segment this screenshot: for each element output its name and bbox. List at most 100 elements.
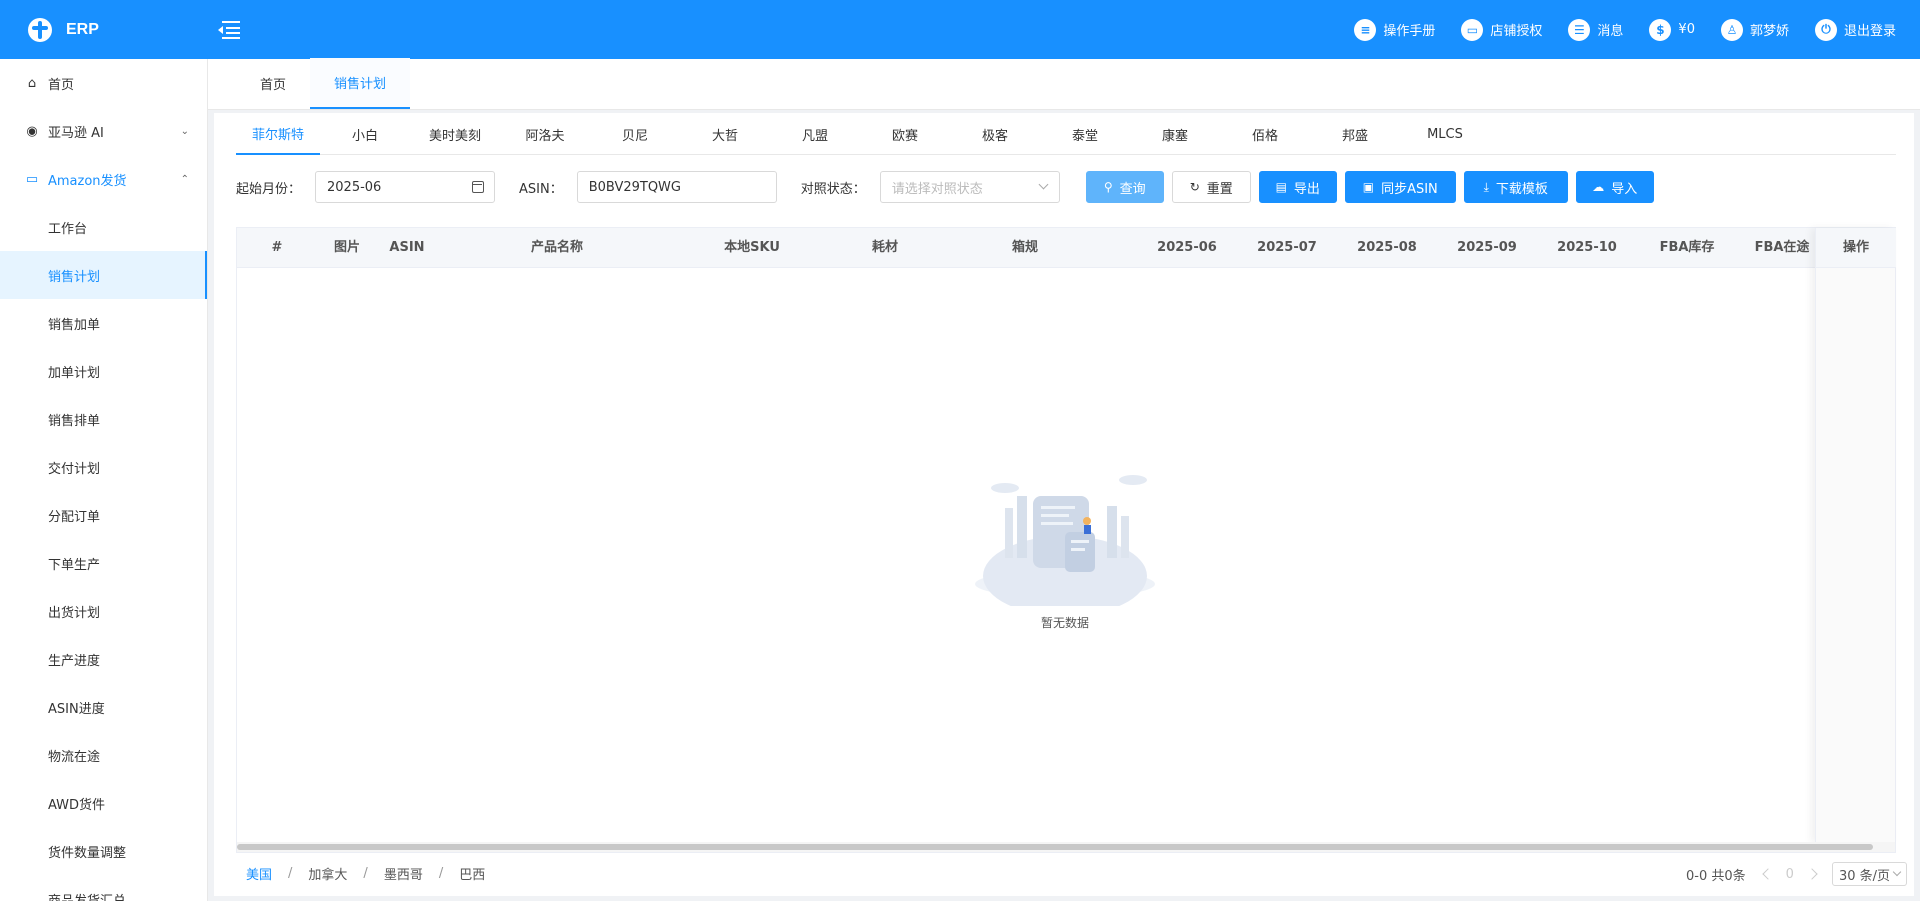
page-size-select[interactable]: 30 条/页: [1831, 862, 1907, 886]
sync-asin-button[interactable]: ▣ 同步ASIN: [1344, 171, 1456, 203]
top-header: ERP ≡ 操作手册 ▭ 店铺授权 ☰ 消息 $ ¥0 ♙ 郭梦娇 ⏻ 退出登录: [0, 0, 1920, 59]
column-header: ASIN: [389, 240, 425, 255]
manual-link[interactable]: ≡ 操作手册: [1354, 18, 1435, 41]
sidebar-subitem[interactable]: 下单生产: [0, 539, 207, 587]
column-header-actions: 操作: [1816, 228, 1896, 268]
store-tab[interactable]: 欧赛: [860, 113, 950, 155]
logo[interactable]: ERP: [0, 0, 206, 59]
column-header: 2025-06: [1157, 240, 1217, 255]
sidebar-subitem[interactable]: 商品发货汇总: [0, 875, 207, 901]
empty-text: 暂无数据: [1040, 616, 1089, 630]
column-header: 耗材: [871, 240, 898, 255]
messages-link[interactable]: ☰ 消息: [1568, 18, 1623, 41]
sidebar-subitem[interactable]: 加单计划: [0, 347, 207, 395]
store-tab[interactable]: 美时美刻: [410, 113, 500, 155]
sidebar-subitem[interactable]: 销售排单: [0, 395, 207, 443]
tab-sales-plan[interactable]: 销售计划: [310, 58, 411, 109]
start-month-picker[interactable]: 2025-06: [315, 171, 496, 203]
sidebar-item-home[interactable]: ⌂ 首页: [0, 59, 207, 107]
sidebar-subitem[interactable]: AWD货件: [0, 779, 207, 827]
chevron-down-icon: [1892, 867, 1902, 877]
compare-status-label: 对照状态：: [800, 181, 866, 197]
empty-illustration: [975, 475, 1155, 616]
sidebar-subitem[interactable]: 工作台: [0, 203, 207, 251]
tab-home[interactable]: 首页: [236, 58, 310, 109]
sync-label: 同步ASIN: [1381, 181, 1438, 197]
query-label: 查询: [1119, 181, 1146, 197]
compare-status-select[interactable]: 请选择对照状态: [879, 171, 1060, 203]
sidebar-subitem[interactable]: 分配订单: [0, 491, 207, 539]
country-mx[interactable]: 墨西哥: [384, 864, 423, 883]
import-button[interactable]: ☁ 导入: [1575, 171, 1654, 203]
chevron-up-icon: ⌃: [180, 173, 189, 185]
asin-value: B0BV29TQWG: [588, 179, 681, 195]
sidebar-subitem[interactable]: ASIN进度: [0, 683, 207, 731]
country-us[interactable]: 美国: [246, 864, 272, 883]
store-tab[interactable]: 大哲: [680, 113, 770, 155]
header-actions: ≡ 操作手册 ▭ 店铺授权 ☰ 消息 $ ¥0 ♙ 郭梦娇 ⏻ 退出登录: [1328, 18, 1920, 41]
sales-plan-table: # 图片 ASIN 产品名称 本地SKU 耗材 箱规 2025-06 2025-…: [236, 227, 1896, 853]
separator: /: [288, 866, 293, 881]
column-header: 箱规: [1011, 240, 1038, 255]
user-icon: ♙: [1720, 18, 1743, 41]
store-tab[interactable]: 贝尼: [590, 113, 680, 155]
store-tab[interactable]: 邦盛: [1310, 113, 1400, 155]
store-tab-active[interactable]: 菲尔斯特: [236, 113, 320, 155]
logo-icon: [28, 17, 52, 42]
store-tab[interactable]: 康塞: [1130, 113, 1220, 155]
column-header: 产品名称: [530, 240, 583, 255]
horizontal-scrollbar[interactable]: [237, 842, 1895, 852]
country-switcher: 美国 / 加拿大 / 墨西哥 / 巴西: [246, 864, 485, 883]
fixed-actions-column: 操作: [1815, 228, 1896, 843]
wallet-icon: $: [1649, 18, 1672, 41]
sidebar-item-amazon-ai[interactable]: ◉ 亚马逊 AI ⌄: [0, 107, 207, 155]
store-tab[interactable]: 小白: [320, 113, 410, 155]
user-menu[interactable]: ♙ 郭梦娇: [1720, 18, 1789, 41]
next-page-icon[interactable]: [1806, 868, 1818, 880]
sidebar-subitem[interactable]: 销售加单: [0, 299, 207, 347]
logo-text: ERP: [66, 20, 99, 38]
logout-icon: ⏻: [1814, 18, 1837, 41]
column-header: 2025-07: [1257, 240, 1317, 255]
asin-input[interactable]: B0BV29TQWG: [576, 171, 777, 203]
balance-label: ¥0: [1678, 22, 1695, 37]
sidebar-subitem[interactable]: 出货计划: [0, 587, 207, 635]
start-month-label: 起始月份：: [236, 181, 302, 197]
balance-link[interactable]: $ ¥0: [1649, 18, 1695, 41]
prev-page-icon[interactable]: [1761, 868, 1774, 880]
search-icon: ⚲: [1103, 180, 1113, 194]
ai-icon: ◉: [26, 123, 38, 139]
menu-collapse-icon[interactable]: [218, 20, 240, 39]
table-header: # 图片 ASIN 产品名称 本地SKU 耗材 箱规 2025-06 2025-…: [237, 228, 1895, 268]
query-button[interactable]: ⚲ 查询: [1085, 171, 1164, 203]
store-tab[interactable]: 凡盟: [770, 113, 860, 155]
download-template-button[interactable]: ⤓ 下载模板: [1463, 171, 1568, 203]
logout-button[interactable]: ⏻ 退出登录: [1814, 18, 1896, 41]
sidebar-item-amazon-shipping[interactable]: ▭ Amazon发货 ⌃: [0, 155, 207, 203]
export-label: 导出: [1293, 181, 1320, 197]
country-br[interactable]: 巴西: [459, 864, 485, 883]
sidebar-subitem[interactable]: 货件数量调整: [0, 827, 207, 875]
column-header: FBA在途: [1754, 240, 1810, 255]
scrollbar-thumb[interactable]: [237, 844, 1873, 850]
export-button[interactable]: ▤ 导出: [1258, 171, 1337, 203]
store-tab[interactable]: 极客: [950, 113, 1040, 155]
country-ca[interactable]: 加拿大: [308, 864, 347, 883]
store-tab[interactable]: 佰格: [1220, 113, 1310, 155]
store-tab[interactable]: 阿洛夫: [500, 113, 590, 155]
sidebar-subitem-active[interactable]: 销售计划: [0, 251, 207, 299]
chevron-down-icon: ⌄: [180, 125, 189, 137]
store-auth-link[interactable]: ▭ 店铺授权: [1461, 18, 1542, 41]
download-icon: ⤓: [1483, 179, 1489, 194]
sidebar-subitem[interactable]: 交付计划: [0, 443, 207, 491]
store-tab[interactable]: 泰堂: [1040, 113, 1130, 155]
sidebar-subitem[interactable]: 生产进度: [0, 635, 207, 683]
column-header: 2025-09: [1457, 240, 1517, 255]
manual-icon: ≡: [1354, 18, 1377, 41]
sidebar: ⌂ 首页 ◉ 亚马逊 AI ⌄ ▭ Amazon发货 ⌃ 工作台 销售计划 销售…: [0, 59, 208, 901]
store-tab[interactable]: MLCS: [1400, 113, 1490, 155]
page-number[interactable]: 0: [1786, 867, 1794, 882]
sidebar-subitem[interactable]: 物流在途: [0, 731, 207, 779]
pagination: 0-0 共0条 0 30 条/页: [1686, 862, 1907, 886]
reset-button[interactable]: ↻ 重置: [1171, 171, 1251, 203]
